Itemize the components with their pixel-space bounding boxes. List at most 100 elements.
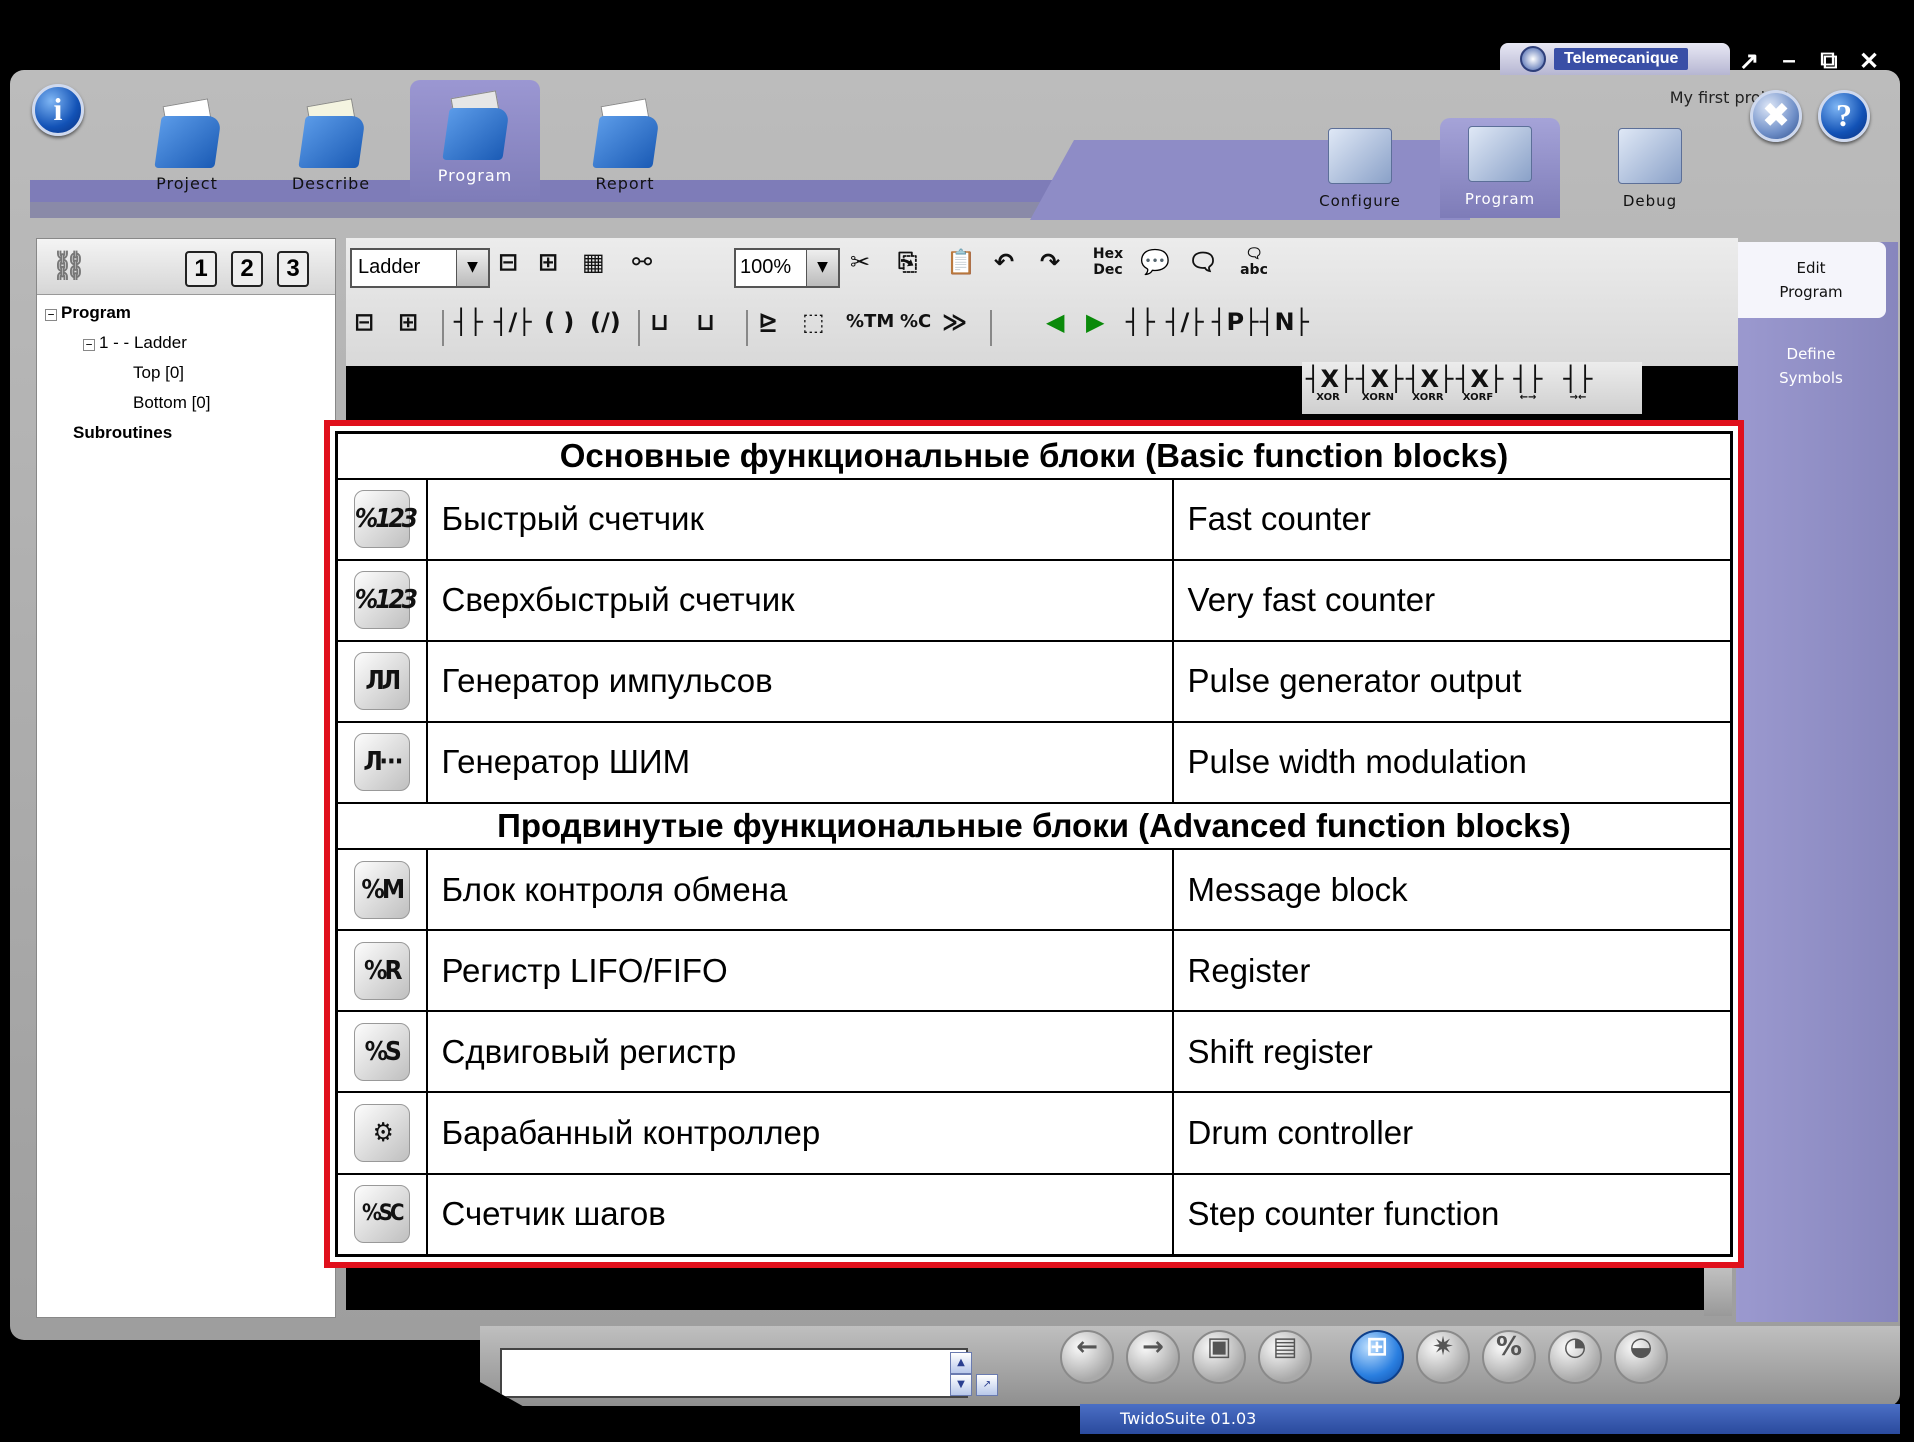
info-button[interactable]: i: [32, 84, 84, 136]
normally-open-contact-icon[interactable]: ┤├: [454, 302, 483, 342]
contact-nc-icon[interactable]: ┤/├: [1166, 302, 1204, 342]
tab-configure[interactable]: Configure: [1300, 120, 1420, 220]
register-icon: %R: [353, 941, 410, 1000]
project-folder-icon: [152, 98, 222, 168]
language-select[interactable]: Ladder ▼: [350, 248, 490, 288]
minimize-button[interactable]: –: [1772, 47, 1806, 75]
maximize-button[interactable]: ⧉: [1812, 47, 1846, 75]
zoom-select[interactable]: 100% ▼: [734, 248, 840, 288]
help-button[interactable]: ?: [1818, 90, 1870, 142]
scroll-right-icon[interactable]: ▶: [1086, 302, 1104, 342]
table-row: %S Сдвиговый регистр Shift register: [335, 1010, 1733, 1094]
tab-sub-program[interactable]: Program: [1440, 118, 1560, 218]
percent-button[interactable]: %: [1482, 1330, 1536, 1384]
open-contact-left-button[interactable]: ┤├ ←→: [1506, 366, 1550, 403]
rung-set-icon[interactable]: ⊞: [398, 302, 418, 342]
more-blocks-icon[interactable]: ≫: [942, 302, 967, 342]
preferences-button[interactable]: ✖: [1750, 90, 1802, 142]
report-folder-icon: [590, 98, 660, 168]
contact-comment-icon[interactable]: 🗨: [1188, 242, 1218, 282]
tab-describe[interactable]: Describe: [266, 88, 396, 218]
bottom-bar: ▲ ▼ ↗ ← → ▣ ▤ ⊞ ✷ % ◔ ◒ TwidoSuite 01.03: [480, 1320, 1900, 1434]
sr-block-icon[interactable]: ▦: [582, 242, 605, 282]
insert-sequence-icon[interactable]: ⊞: [538, 242, 558, 282]
function-block-icon[interactable]: ⬚: [802, 302, 825, 342]
save-as-button[interactable]: ▤: [1258, 1330, 1312, 1384]
tab-label: Report: [595, 174, 655, 193]
program-tree-button[interactable]: ⊞: [1350, 1330, 1404, 1384]
undo-icon[interactable]: ↶: [994, 242, 1014, 282]
counter-block-icon[interactable]: %C: [900, 302, 931, 342]
hex-dec-toggle[interactable]: Hex Dec: [1086, 242, 1130, 282]
view-1-button[interactable]: 1: [185, 251, 217, 287]
block-name-en: Very fast counter: [1171, 558, 1733, 642]
insert-rung-icon[interactable]: ⊟: [498, 242, 518, 282]
define-symbols-option[interactable]: Define Symbols: [1736, 342, 1886, 390]
block-name-ru: Быстрый счетчик: [425, 477, 1174, 561]
language-value: Ladder: [358, 256, 421, 278]
program-folder-icon: [440, 90, 510, 160]
compare-block-icon[interactable]: ⊵: [758, 302, 778, 342]
edit-program-option[interactable]: Edit Program: [1736, 242, 1886, 318]
forward-button[interactable]: →: [1126, 1330, 1180, 1384]
tab-program[interactable]: Program: [410, 80, 540, 202]
message-field[interactable]: [500, 1348, 968, 1398]
copy-icon[interactable]: ⎘: [898, 242, 917, 282]
save-button[interactable]: ▣: [1192, 1330, 1246, 1384]
tree-item-bottom[interactable]: Bottom [0]: [133, 393, 210, 413]
data-button[interactable]: ◒: [1614, 1330, 1668, 1384]
view-2-button[interactable]: 2: [231, 251, 263, 287]
negative-edge-icon[interactable]: ┤N├: [1260, 302, 1309, 342]
tab-debug[interactable]: Debug: [1590, 120, 1710, 220]
scroll-up-icon[interactable]: ▲: [950, 1352, 972, 1374]
positive-edge-icon[interactable]: ┤P├: [1212, 302, 1259, 342]
xorn-button[interactable]: ┤X├ XORN: [1356, 366, 1403, 403]
tree-item-program[interactable]: − Program: [45, 303, 131, 323]
restore-window-button[interactable]: ↗: [1732, 47, 1766, 75]
normally-closed-contact-icon[interactable]: ┤/├: [494, 302, 532, 342]
dropdown-arrow-icon: ▼: [456, 250, 488, 286]
collapse-icon[interactable]: −: [45, 309, 57, 321]
timer-block-icon[interactable]: %TM: [846, 302, 894, 342]
tab-project[interactable]: Project: [122, 88, 252, 218]
coil-icon[interactable]: ( ): [544, 302, 574, 342]
comment-icon[interactable]: 💬: [1140, 242, 1170, 282]
expand-icon[interactable]: ↗: [976, 1374, 998, 1396]
cut-icon[interactable]: ✂: [850, 242, 870, 282]
pwm-icon: Л⋯: [353, 733, 410, 792]
network-button[interactable]: ✷: [1416, 1330, 1470, 1384]
tree-item-ladder[interactable]: −1 - - Ladder: [83, 333, 187, 353]
collapse-icon[interactable]: −: [83, 339, 95, 351]
table-row: %M Блок контроля обмена Message block: [335, 848, 1733, 932]
table-row: %R Регистр LIFO/FIFO Register: [335, 929, 1733, 1013]
rung-reset-icon[interactable]: ⊟: [354, 302, 374, 342]
branch-icon[interactable]: ⊔: [650, 302, 669, 342]
redo-icon[interactable]: ↷: [1040, 242, 1060, 282]
link-icon[interactable]: ⛓: [51, 249, 87, 282]
program-tree: ⛓ 1 2 3 − Program −1 - - Ladder Top [0] B…: [36, 238, 336, 1318]
monitor-button[interactable]: ◔: [1548, 1330, 1602, 1384]
program-edit-icon: [1468, 126, 1532, 182]
abc-comment-icon[interactable]: 🗨 abc: [1232, 242, 1276, 282]
contact-no-icon[interactable]: ┤├: [1126, 302, 1155, 342]
link-toggle-icon[interactable]: ⚯: [632, 242, 652, 282]
tab-label: Debug: [1622, 192, 1678, 210]
close-button[interactable]: ✕: [1852, 47, 1886, 75]
tree-item-top[interactable]: Top [0]: [133, 363, 184, 383]
xor-button[interactable]: ┤X├ XOR: [1306, 366, 1353, 403]
tree-item-subroutines[interactable]: Subroutines: [73, 423, 172, 443]
close-contact-right-button[interactable]: ┤├ →←: [1556, 366, 1600, 403]
tab-report[interactable]: Report: [560, 88, 690, 218]
paste-icon[interactable]: 📋: [946, 242, 976, 282]
delete-branch-icon[interactable]: ⊔: [696, 302, 715, 342]
inverted-coil-icon[interactable]: (/): [590, 302, 621, 342]
block-name-ru: Сдвиговый регистр: [425, 1010, 1174, 1094]
tree-toolbar: ⛓ 1 2 3: [37, 239, 335, 295]
view-3-button[interactable]: 3: [277, 251, 309, 287]
scroll-left-icon[interactable]: ◀: [1046, 302, 1064, 342]
scroll-down-icon[interactable]: ▼: [950, 1374, 972, 1396]
xorr-button[interactable]: ┤X├ XORR: [1406, 366, 1453, 403]
dropdown-arrow-icon: ▼: [806, 250, 838, 286]
back-button[interactable]: ←: [1060, 1330, 1114, 1384]
xorf-button[interactable]: ┤X├ XORF: [1456, 366, 1503, 403]
